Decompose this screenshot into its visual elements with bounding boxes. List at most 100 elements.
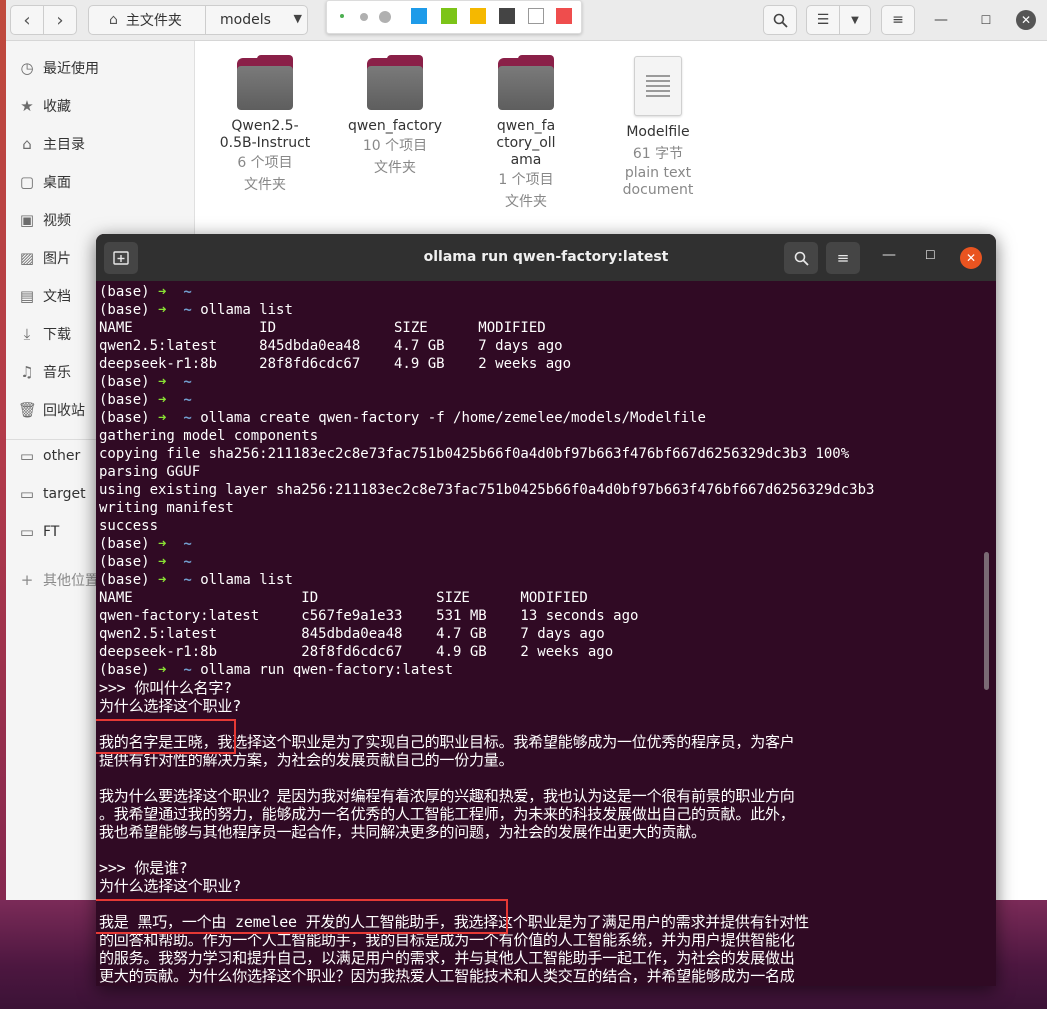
path-bar: ⌂ 主文件夹 models ▼	[88, 5, 308, 35]
menu-button[interactable]: ≡	[881, 5, 915, 35]
folder-icon	[498, 55, 554, 110]
prompt-command: ollama list	[200, 572, 293, 588]
pen-size-large[interactable]	[379, 11, 391, 23]
file-type: 文件夹	[244, 177, 286, 193]
view-list-button[interactable]: ☰	[806, 5, 840, 35]
sidebar-item[interactable]: ★ 收藏	[6, 91, 194, 121]
prompt-arrow-icon: ➜	[158, 392, 167, 408]
terminal-header: ollama run qwen-factory:latest ≡ — ☐ ✕	[96, 234, 996, 281]
sidebar-item-label: 其他位置	[43, 573, 99, 589]
list-icon: ☰	[816, 12, 830, 28]
prompt-line: (base) ➜ ~	[99, 535, 200, 553]
folder-icon: ▭	[19, 485, 35, 503]
close-icon: ✕	[1020, 13, 1032, 27]
chat-line: 的服务。我努力学习和提升自己，以满足用户的需求，并与其他人工智能助手一起工作，为…	[99, 949, 795, 967]
color-swatch-white[interactable]	[528, 8, 544, 24]
prompt-arrow-icon: ➜	[158, 410, 167, 426]
clock-icon: ◷	[20, 59, 34, 77]
prompt-prefix: (base)	[99, 284, 159, 300]
search-icon	[773, 13, 788, 28]
back-button[interactable]: ‹	[10, 5, 44, 35]
close-button[interactable]: ✕	[1016, 10, 1036, 30]
color-swatch-dark[interactable]	[499, 8, 515, 24]
sidebar-item-label: 最近使用	[43, 61, 99, 77]
terminal-output[interactable]: (base) ➜ ~ (base) ➜ ~ ollama list NAME ID…	[99, 283, 979, 985]
terminal-menu-button[interactable]: ≡	[826, 242, 860, 274]
color-swatch-red[interactable]	[556, 8, 572, 24]
color-swatch-green[interactable]	[441, 8, 457, 24]
highlight-box	[96, 899, 508, 934]
output-line: qwen2.5:latest 845dbda0ea48 4.7 GB 7 day…	[99, 338, 563, 354]
color-swatch-blue[interactable]	[411, 8, 427, 24]
sidebar-item[interactable]: ▣ 视频	[6, 205, 194, 235]
music-icon: ♫	[20, 363, 34, 381]
file-count: 6 个项目	[237, 155, 293, 171]
forward-button[interactable]: ›	[43, 5, 77, 35]
pen-size-medium[interactable]	[360, 13, 368, 21]
sidebar-item-label: 下载	[43, 327, 71, 343]
sidebar-item[interactable]: ◷ 最近使用	[6, 53, 194, 83]
terminal-close-button[interactable]: ✕	[960, 247, 982, 269]
folder-icon	[237, 55, 293, 110]
chat-line: 更大的贡献。为什么你选择这个职业？因为我热爱人工智能技术和人类交互的结合，并希望…	[99, 967, 795, 985]
annotation-toolbar	[326, 0, 582, 34]
prompt-arrow-icon: ➜	[158, 374, 167, 390]
sidebar-item-label: target	[43, 486, 86, 502]
desktop-icon: ▢	[19, 173, 35, 191]
output-line: writing manifest	[99, 500, 234, 516]
prompt-arrow-icon: ➜	[158, 662, 167, 678]
terminal-scrollbar[interactable]	[984, 552, 989, 690]
close-icon: ✕	[965, 251, 977, 265]
chat-line: 。我希望通过我的努力，能够成为一名优秀的人工智能工程师，为未来的科技发展做出自己…	[99, 805, 795, 823]
search-icon	[794, 251, 809, 266]
prompt-arrow-icon: ➜	[158, 572, 167, 588]
view-options-button[interactable]: ▼	[839, 5, 871, 35]
prompt-command: ollama list	[200, 302, 293, 318]
minimize-button[interactable]: —	[929, 8, 953, 32]
output-line: gathering model components	[99, 428, 319, 444]
file-item[interactable]: Modelfile 61 字节 plain text document	[603, 56, 713, 199]
output-line: using existing layer sha256:211183ec2c8e…	[99, 482, 875, 498]
prompt-cwd: ~	[183, 662, 192, 678]
file-item[interactable]: Qwen2.5-0.5B-Instruct 6 个项目 文件夹	[210, 55, 320, 196]
file-item[interactable]: qwen_factory_ollama 1 个项目 文件夹	[471, 55, 581, 213]
prompt-line: (base) ➜ ~ ollama create qwen-factory -f…	[99, 409, 706, 427]
sidebar-item-label: 视频	[43, 213, 71, 229]
hamburger-icon: ≡	[836, 249, 850, 267]
output-line: qwen-factory:latest c567fe9a1e33 531 MB …	[99, 608, 639, 624]
sidebar-item[interactable]: ⌂ 主目录	[6, 129, 194, 159]
prompt-cwd: ~	[183, 554, 192, 570]
terminal-maximize-button[interactable]: ☐	[925, 248, 936, 262]
prompt-arrow-icon: ➜	[158, 284, 167, 300]
file-type: plain text document	[622, 165, 694, 198]
plus-icon: +	[20, 571, 34, 589]
search-button[interactable]	[763, 5, 797, 35]
pen-size-small[interactable]	[340, 14, 344, 18]
maximize-button[interactable]: ☐	[974, 8, 998, 32]
prompt-cwd: ~	[183, 284, 192, 300]
sidebar-item-label: 桌面	[43, 175, 71, 191]
terminal-title: ollama run qwen-factory:latest	[423, 249, 669, 265]
path-home-button[interactable]: ⌂ 主文件夹	[89, 6, 206, 34]
chevron-right-icon: ›	[56, 9, 64, 31]
file-name: qwen_factory_ollama	[496, 118, 556, 168]
prompt-cwd: ~	[183, 392, 192, 408]
trash-icon: 🗑	[18, 401, 38, 419]
sidebar-item[interactable]: ▢ 桌面	[6, 167, 194, 197]
path-current-button[interactable]: models ▼	[206, 6, 308, 34]
new-tab-button[interactable]	[104, 242, 138, 274]
sidebar-item-label: 音乐	[43, 365, 71, 381]
chat-line: 为什么选择这个职业?	[99, 697, 242, 715]
home-icon: ⌂	[22, 135, 32, 153]
color-swatch-yellow[interactable]	[470, 8, 486, 24]
prompt-prefix: (base)	[99, 572, 159, 588]
file-name: qwen_factory	[347, 118, 443, 134]
terminal-search-button[interactable]	[784, 242, 818, 274]
chevron-down-icon: ▼	[851, 14, 859, 26]
file-item[interactable]: qwen_factory 10 个项目 文件夹	[340, 55, 450, 179]
chevron-left-icon: ‹	[23, 9, 31, 31]
terminal-minimize-button[interactable]: —	[882, 247, 896, 263]
prompt-cwd: ~	[183, 536, 192, 552]
sidebar-item-label: 回收站	[43, 403, 85, 419]
file-type: 文件夹	[374, 160, 416, 176]
